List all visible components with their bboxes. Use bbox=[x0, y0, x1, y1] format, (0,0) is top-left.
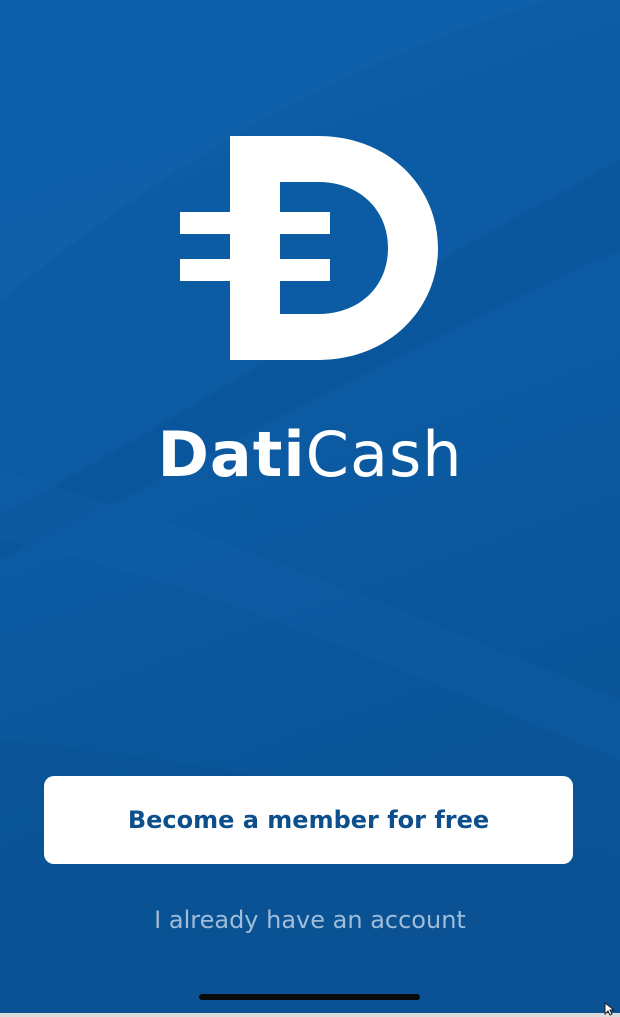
daticash-d-logo-icon bbox=[180, 136, 438, 360]
become-member-button[interactable]: Become a member for free bbox=[44, 776, 573, 864]
brand-name-bold: Dati bbox=[157, 418, 306, 491]
brand-wordmark: DatiCash bbox=[0, 418, 620, 492]
welcome-screen: DatiCash Become a member for free I alre… bbox=[0, 0, 620, 1017]
mouse-pointer-icon bbox=[604, 1002, 616, 1016]
home-indicator bbox=[199, 994, 420, 1000]
brand-name-light: Cash bbox=[305, 418, 463, 491]
login-link[interactable]: I already have an account bbox=[0, 900, 620, 940]
bottom-edge-strip bbox=[0, 1013, 620, 1017]
